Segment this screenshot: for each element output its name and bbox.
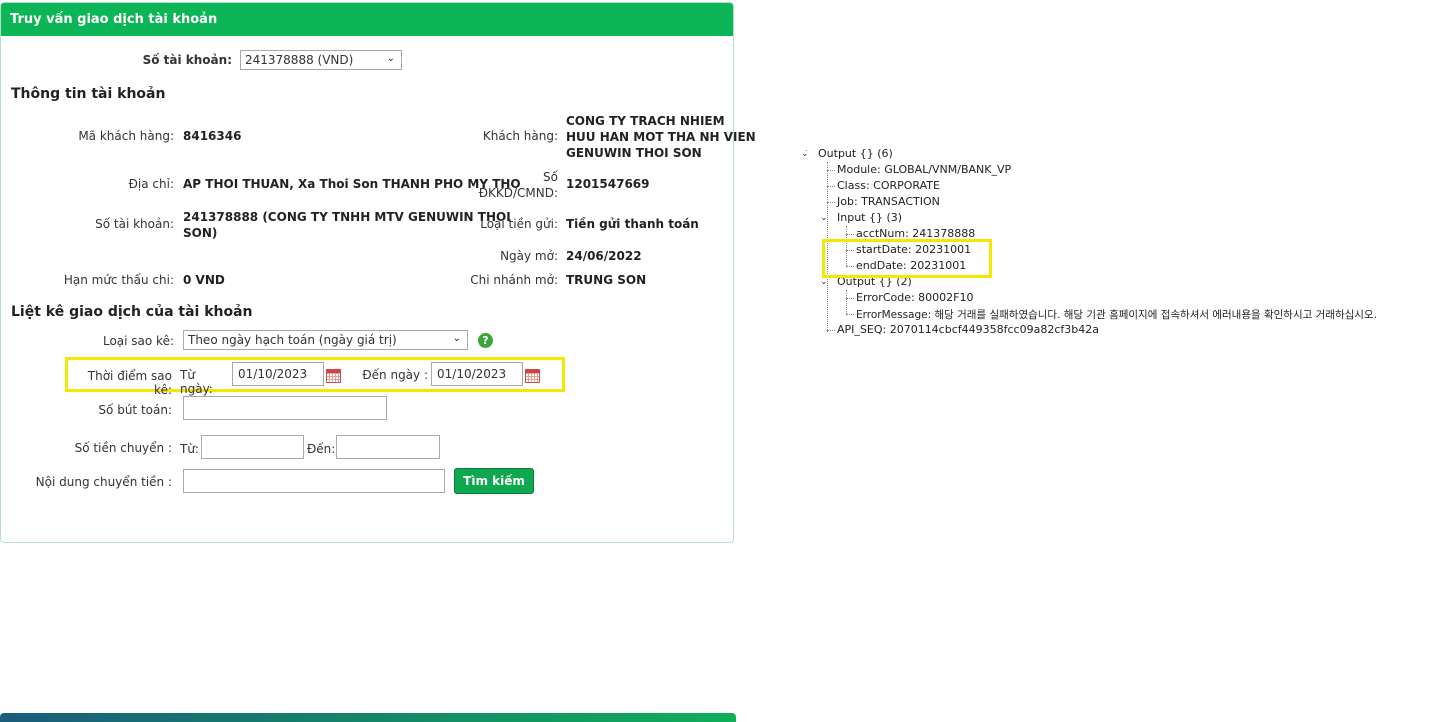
next-panel-header-bar [0,713,736,722]
date-highlight-box [822,239,992,278]
reg-no-label-line: Số [543,170,558,184]
reg-no-label-line: ĐKKD/CMND: [478,186,558,200]
chevron-down-icon[interactable]: ⌄ [820,213,828,223]
overdraft-value: 0 VND [183,273,225,287]
customer-code-label: Mã khách hàng: [78,129,174,143]
panel-title: Truy vấn giao dịch tài khoản [1,3,733,36]
amount-label: Số tiền chuyển : [74,441,172,455]
tree-node-errormessage: ErrorMessage: 해당 거래를 실패하였습니다. 해당 기관 홈페이지… [856,309,1377,321]
content-input[interactable] [183,469,445,493]
account-select[interactable]: 241378888 (VND) ⌄ [240,50,402,70]
open-date-value: 24/06/2022 [566,249,642,263]
from-date-input[interactable]: 01/10/2023 [232,362,324,386]
calendar-icon[interactable] [525,369,540,383]
chevron-down-icon: ⌄ [452,333,461,344]
customer-code-value: 8416346 [183,129,242,143]
amount-to-input[interactable] [336,435,440,459]
search-button[interactable]: Tìm kiếm [454,468,534,494]
to-date-label: Đến ngày : [362,368,428,382]
overdraft-label: Hạn mức thấu chi: [63,273,174,287]
deposit-type-value: Tiền gửi thanh toán [566,217,699,231]
customer-name: CONG TY TRACH NHIEM HUU HAN MOT THA NH V… [566,113,756,161]
branch-label: Chi nhánh mở: [470,273,558,287]
deposit-type-label: Loại tiền gửi: [480,217,558,231]
chevron-down-icon[interactable]: ⌄ [820,277,828,287]
customer-name-line: CONG TY TRACH NHIEM [566,114,725,128]
from-date-label: Từ ngày: [180,368,213,396]
chevron-down-icon[interactable]: ⌄ [801,149,809,159]
account-no-label: Số tài khoản: [95,217,174,231]
statement-type-label: Loại sao kê: [102,334,174,348]
statement-type-value: Theo ngày hạch toán (ngày giá trị) [188,333,397,347]
amount-from-label: Từ: [180,442,199,456]
tree-node-input[interactable]: Input {} (3) [837,211,902,224]
period-label: Thời điểm sao kê: [87,369,172,397]
address-label: Địa chỉ: [128,177,174,191]
account-select-label: Số tài khoản: [142,53,232,67]
account-info-title: Thông tin tài khoản [11,86,166,102]
reg-no-value: 1201547669 [566,177,650,191]
tree-node-job: Job: TRANSACTION [837,195,940,208]
amount-from-input[interactable] [201,435,304,459]
content-label: Nội dung chuyển tiền : [35,475,172,489]
tree-node-errorcode: ErrorCode: 80002F10 [856,291,974,304]
open-date-label: Ngày mở: [500,249,558,263]
help-icon[interactable]: ? [478,333,493,348]
entry-no-label: Số bút toán: [98,403,172,417]
statement-type-select[interactable]: Theo ngày hạch toán (ngày giá trị) ⌄ [183,330,468,350]
tree-node-class: Class: CORPORATE [837,179,940,192]
tree-node-output-root[interactable]: Output {} (6) [818,147,893,160]
transaction-list-title: Liệt kê giao dịch của tài khoản [11,304,253,320]
reg-no-label: Số ĐKKD/CMND: [450,169,558,201]
to-date-input[interactable]: 01/10/2023 [431,362,523,386]
account-select-value: 241378888 (VND) [245,53,354,67]
entry-no-input[interactable] [183,396,387,420]
customer-name-line: GENUWIN THOI SON [566,146,702,160]
tree-node-api-seq: API_SEQ: 2070114cbcf449358fcc09a82cf3b42… [837,323,1099,336]
tree-node-module: Module: GLOBAL/VNM/BANK_VP [837,163,1012,176]
customer-name-line: HUU HAN MOT THA NH VIEN [566,130,756,144]
calendar-icon[interactable] [326,369,341,383]
customer-label: Khách hàng: [482,129,558,143]
branch-value: TRUNG SON [566,273,647,287]
chevron-down-icon: ⌄ [386,53,395,64]
amount-to-label: Đến: [307,442,336,456]
